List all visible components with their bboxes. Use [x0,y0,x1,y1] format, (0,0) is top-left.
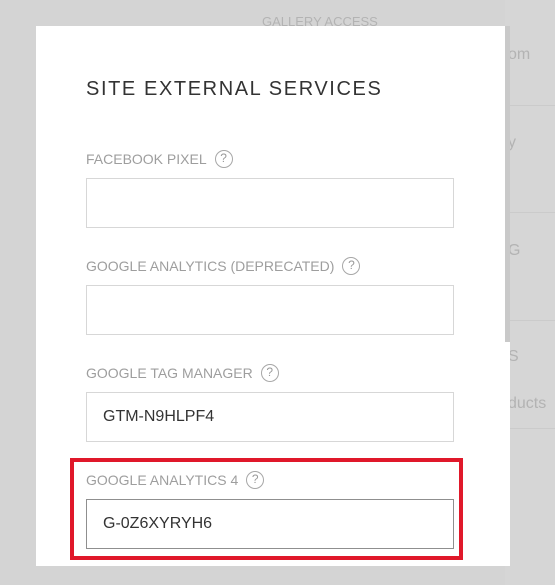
google-analytics-4-label-text: GOOGLE ANALYTICS 4 [86,472,239,488]
help-icon[interactable]: ? [246,471,265,489]
google-tag-manager-label-text: GOOGLE TAG MANAGER [86,365,253,381]
facebook-pixel-label-text: FACEBOOK PIXEL [86,151,207,167]
google-analytics-4-input[interactable] [86,499,454,549]
google-analytics-deprecated-label: GOOGLE ANALYTICS (DEPRECATED) ? [86,257,361,275]
help-icon[interactable]: ? [342,257,361,275]
help-icon[interactable]: ? [260,364,279,382]
background-side-panel [505,0,555,585]
google-tag-manager-input[interactable] [86,392,454,442]
help-icon[interactable]: ? [214,150,233,168]
site-external-services-modal: SITE EXTERNAL SERVICES FACEBOOK PIXEL ? … [36,26,510,566]
google-tag-manager-label: GOOGLE TAG MANAGER ? [86,364,279,382]
modal-title: SITE EXTERNAL SERVICES [86,78,383,100]
facebook-pixel-input[interactable] [86,178,454,228]
modal-scrollbar[interactable] [505,26,510,342]
background-item: ducts [508,395,547,412]
facebook-pixel-label: FACEBOOK PIXEL ? [86,150,233,168]
google-analytics-deprecated-label-text: GOOGLE ANALYTICS (DEPRECATED) [86,258,335,274]
google-analytics-4-label: GOOGLE ANALYTICS 4 ? [86,471,265,489]
background-item: om [508,46,531,63]
google-analytics-deprecated-input[interactable] [86,285,454,335]
